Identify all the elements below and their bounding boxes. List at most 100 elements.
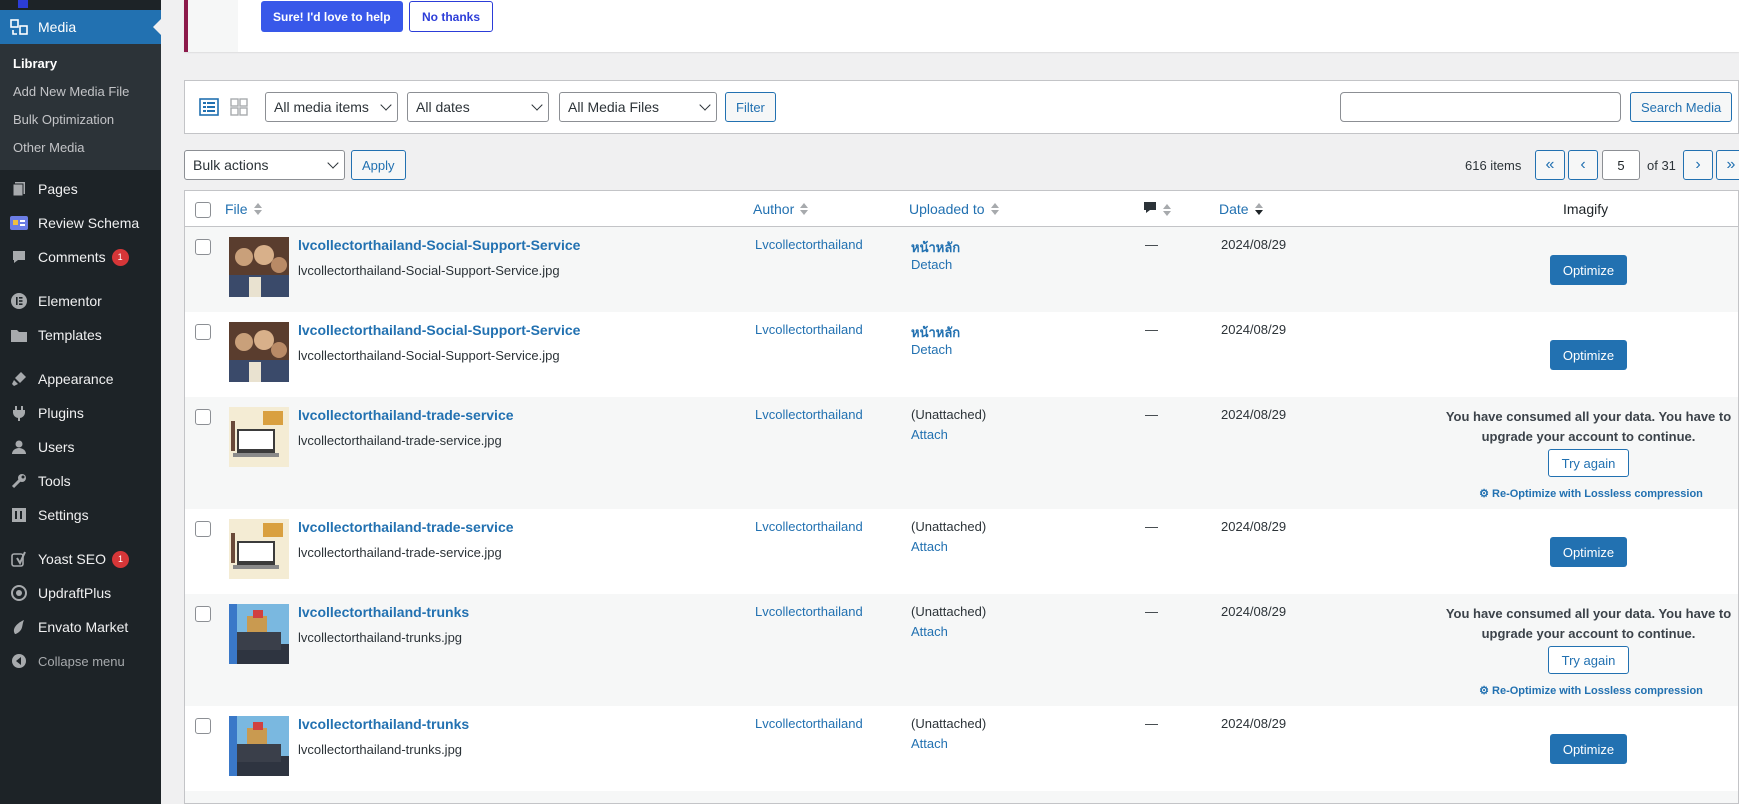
grid-view-icon[interactable]	[229, 97, 249, 117]
select-all-checkbox[interactable]	[195, 202, 211, 218]
thumbnail-trade-service[interactable]	[229, 407, 289, 467]
search-media-button[interactable]: Search Media	[1630, 92, 1733, 122]
sidebar-item-label: Appearance	[38, 371, 114, 387]
row-checkbox[interactable]	[195, 409, 211, 425]
optimize-button[interactable]: Optimize	[1550, 255, 1627, 285]
sidebar-item-envato-market[interactable]: Envato Market	[0, 610, 161, 644]
column-author[interactable]: Author	[753, 201, 809, 217]
thumbnail-trunks[interactable]	[229, 604, 289, 664]
author-link[interactable]: Lvcollectorthailand	[755, 519, 863, 534]
apply-button[interactable]: Apply	[351, 150, 406, 180]
optimize-button[interactable]: Optimize	[1550, 340, 1627, 370]
media-type-select[interactable]: All media items	[265, 92, 398, 122]
row-checkbox[interactable]	[195, 606, 211, 622]
filter-button[interactable]: Filter	[725, 92, 776, 122]
sidebar-item-tools[interactable]: Tools	[0, 464, 161, 498]
comments-count: —	[1145, 407, 1158, 422]
no-thanks-button[interactable]: No thanks	[409, 1, 494, 32]
attach-link[interactable]: Attach	[911, 736, 948, 751]
media-files-select[interactable]: All Media Files	[559, 92, 717, 122]
submenu-library[interactable]: Library	[0, 50, 161, 78]
prev-page-button[interactable]: ‹	[1568, 150, 1598, 180]
bulk-actions-select[interactable]: Bulk actions	[184, 150, 345, 180]
bulk-actions-value: Bulk actions	[193, 157, 269, 173]
file-title-link[interactable]: lvcollectorthailand-Social-Support-Servi…	[298, 237, 580, 253]
optimize-button[interactable]: Optimize	[1550, 734, 1627, 764]
column-author-label: Author	[753, 201, 795, 217]
sure-help-button[interactable]: Sure! I'd love to help	[261, 1, 403, 32]
quota-consumed-message: You have consumed all your data. You hav…	[1445, 409, 1732, 444]
sort-icon	[800, 203, 809, 215]
sidebar-item-review-schema[interactable]: Review Schema	[0, 206, 161, 240]
uploaded-to-link[interactable]: หน้าหลัก	[911, 237, 960, 258]
upload-date: 2024/08/29	[1221, 237, 1287, 252]
detach-link[interactable]: Detach	[911, 342, 952, 357]
sort-icon	[253, 203, 262, 215]
try-again-button[interactable]: Try again	[1548, 449, 1629, 477]
optimize-button[interactable]: Optimize	[1550, 537, 1627, 567]
file-title-link[interactable]: lvcollectorthailand-trade-service	[298, 407, 514, 423]
submenu-other-media[interactable]: Other Media	[0, 134, 161, 162]
column-imagify: Imagify	[1563, 201, 1608, 217]
column-uploaded-to[interactable]: Uploaded to	[909, 201, 999, 217]
reoptimize-lossless-link[interactable]: ⚙ Re-Optimize with Lossless compression	[1471, 684, 1711, 697]
file-title-link[interactable]: lvcollectorthailand-Social-Support-Servi…	[298, 322, 580, 338]
collapse-menu-button[interactable]: Collapse menu	[0, 644, 161, 678]
reoptimize-lossless-link[interactable]: ⚙ Re-Optimize with Lossless compression	[1471, 487, 1711, 500]
column-file[interactable]: File	[225, 201, 262, 217]
uploaded-to-link[interactable]: หน้าหลัก	[911, 322, 960, 343]
row-checkbox[interactable]	[195, 718, 211, 734]
sidebar-item-settings[interactable]: Settings	[0, 498, 161, 532]
dates-select[interactable]: All dates	[407, 92, 549, 122]
submenu-bulk-optimization[interactable]: Bulk Optimization	[0, 106, 161, 134]
next-page-button[interactable]: ›	[1683, 150, 1713, 180]
column-comments[interactable]	[1143, 201, 1171, 218]
sidebar-item-elementor[interactable]: Elementor	[0, 284, 161, 318]
sidebar-item-yoast-seo[interactable]: Yoast SEO 1	[0, 542, 161, 576]
attach-link[interactable]: Attach	[911, 539, 948, 554]
list-view-icon[interactable]	[199, 97, 219, 117]
file-title-link[interactable]: lvcollectorthailand-trunks	[298, 716, 469, 732]
column-file-label: File	[225, 201, 248, 217]
thumbnail-social-support[interactable]	[229, 237, 289, 297]
row-checkbox[interactable]	[195, 324, 211, 340]
try-again-button[interactable]: Try again	[1548, 646, 1629, 674]
sort-desc-icon	[1254, 203, 1263, 215]
sidebar-item-updraftplus[interactable]: UpdraftPlus	[0, 576, 161, 610]
detach-link[interactable]: Detach	[911, 257, 952, 272]
author-link[interactable]: Lvcollectorthailand	[755, 407, 863, 422]
search-media-input[interactable]	[1340, 92, 1621, 122]
row-checkbox[interactable]	[195, 521, 211, 537]
author-link[interactable]: Lvcollectorthailand	[755, 604, 863, 619]
yoast-count-badge: 1	[111, 550, 129, 568]
pages-icon	[10, 180, 28, 198]
envato-icon	[10, 618, 28, 636]
row-checkbox[interactable]	[195, 239, 211, 255]
author-link[interactable]: Lvcollectorthailand	[755, 716, 863, 731]
column-date[interactable]: Date	[1219, 201, 1263, 217]
attach-link[interactable]: Attach	[911, 427, 948, 442]
first-page-button[interactable]: «	[1535, 150, 1565, 180]
sidebar-item-templates[interactable]: Templates	[0, 318, 161, 352]
sidebar-item-plugins[interactable]: Plugins	[0, 396, 161, 430]
author-link[interactable]: Lvcollectorthailand	[755, 237, 863, 252]
dates-value: All dates	[416, 99, 470, 115]
author-link[interactable]: Lvcollectorthailand	[755, 322, 863, 337]
sidebar-item-pages[interactable]: Pages	[0, 172, 161, 206]
thumbnail-trade-service[interactable]	[229, 519, 289, 579]
attach-link[interactable]: Attach	[911, 624, 948, 639]
uploaded-to-status: (Unattached)	[911, 407, 987, 422]
sidebar-item-media[interactable]: Media	[0, 10, 161, 44]
submenu-add-new[interactable]: Add New Media File	[0, 78, 161, 106]
thumbnail-social-support[interactable]	[229, 322, 289, 382]
file-title-link[interactable]: lvcollectorthailand-trade-service	[298, 519, 514, 535]
sidebar-item-appearance[interactable]: Appearance	[0, 362, 161, 396]
uploaded-to-status: (Unattached)	[911, 519, 987, 534]
file-title-link[interactable]: lvcollectorthailand-trunks	[298, 604, 469, 620]
thumbnail-trunks[interactable]	[229, 716, 289, 776]
last-page-button[interactable]: »	[1716, 150, 1739, 180]
sidebar-item-users[interactable]: Users	[0, 430, 161, 464]
sidebar-item-label: Comments	[38, 249, 106, 265]
sidebar-item-comments[interactable]: Comments 1	[0, 240, 161, 274]
current-page-input[interactable]: 5	[1602, 150, 1640, 180]
